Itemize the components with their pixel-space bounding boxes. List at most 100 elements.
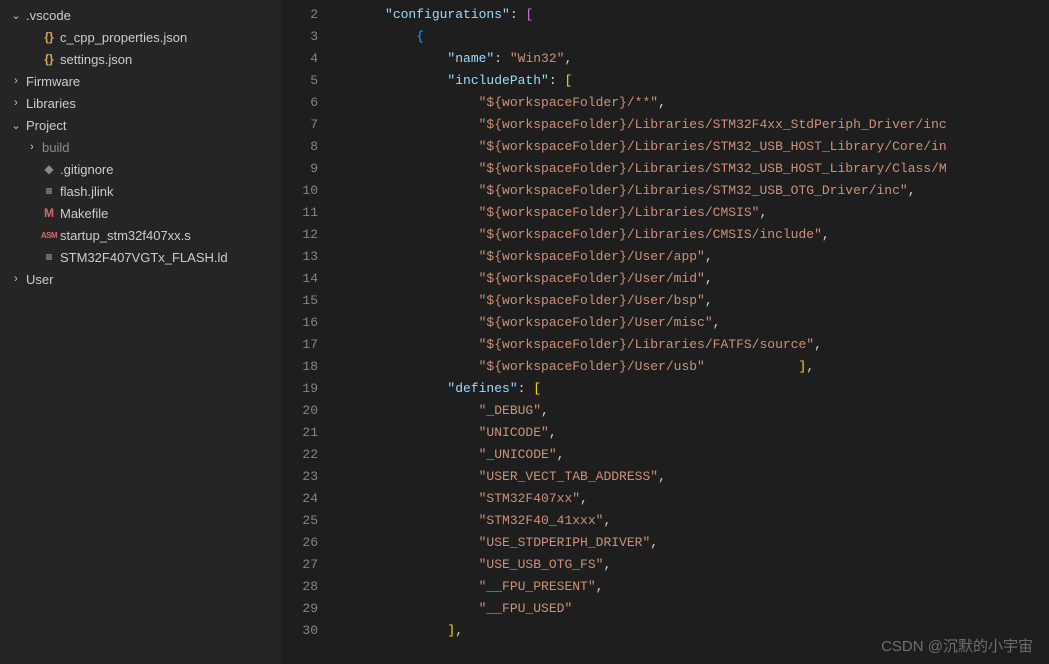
tree-item-label: Project [24,118,66,133]
folder-item[interactable]: ⌄Project [0,114,281,136]
folder-item[interactable]: ›Firmware [0,70,281,92]
chevron-down-icon: ⌄ [8,119,24,132]
tree-item-label: flash.jlink [58,184,113,199]
line-number: 5 [282,70,318,92]
line-number: 6 [282,92,318,114]
file-item[interactable]: MMakefile [0,202,281,224]
file-type-icon: ASM [40,231,58,240]
tree-item-label: Firmware [24,74,80,89]
file-item[interactable]: ≡flash.jlink [0,180,281,202]
file-item[interactable]: {}c_cpp_properties.json [0,26,281,48]
chevron-right-icon: › [8,273,24,285]
code-line[interactable]: "${workspaceFolder}/Libraries/STM32_USB_… [346,180,1049,202]
code-line[interactable]: "${workspaceFolder}/Libraries/FATFS/sour… [346,334,1049,356]
code-line[interactable]: "_UNICODE", [346,444,1049,466]
line-number: 24 [282,488,318,510]
tree-item-label: User [24,272,53,287]
code-line[interactable]: "USE_STDPERIPH_DRIVER", [346,532,1049,554]
file-explorer-sidebar[interactable]: ⌄.vscode{}c_cpp_properties.json{}setting… [0,0,282,664]
line-number: 10 [282,180,318,202]
file-type-icon: {} [40,52,58,66]
code-line[interactable]: "__FPU_PRESENT", [346,576,1049,598]
tree-item-label: .vscode [24,8,71,23]
line-number: 25 [282,510,318,532]
code-line[interactable]: "${workspaceFolder}/Libraries/STM32_USB_… [346,136,1049,158]
code-line[interactable]: "${workspaceFolder}/User/mid", [346,268,1049,290]
tree-item-label: Libraries [24,96,76,111]
tree-item-label: STM32F407VGTx_FLASH.ld [58,250,228,265]
file-type-icon: {} [40,30,58,44]
code-line[interactable]: "USER_VECT_TAB_ADDRESS", [346,466,1049,488]
chevron-right-icon: › [8,97,24,109]
code-line[interactable]: "${workspaceFolder}/Libraries/STM32F4xx_… [346,114,1049,136]
file-item[interactable]: {}settings.json [0,48,281,70]
file-type-icon: M [40,206,58,220]
line-number: 15 [282,290,318,312]
folder-item[interactable]: ›build [0,136,281,158]
file-item[interactable]: ASMstartup_stm32f407xx.s [0,224,281,246]
line-number: 12 [282,224,318,246]
watermark-text: CSDN @沉默的小宇宙 [881,635,1033,656]
code-line[interactable]: "${workspaceFolder}/**", [346,92,1049,114]
code-line[interactable]: "${workspaceFolder}/User/app", [346,246,1049,268]
line-number: 20 [282,400,318,422]
folder-item[interactable]: ›Libraries [0,92,281,114]
tree-item-label: c_cpp_properties.json [58,30,187,45]
chevron-down-icon: ⌄ [8,9,24,22]
file-type-icon: ≡ [40,184,58,198]
line-number-gutter: 2345678910111213141516171819202122232425… [282,0,338,664]
file-item[interactable]: ◆.gitignore [0,158,281,180]
line-number: 7 [282,114,318,136]
line-number: 3 [282,26,318,48]
chevron-right-icon: › [24,141,40,153]
line-number: 22 [282,444,318,466]
code-line[interactable]: "${workspaceFolder}/User/bsp", [346,290,1049,312]
code-line[interactable]: "_DEBUG", [346,400,1049,422]
line-number: 17 [282,334,318,356]
line-number: 18 [282,356,318,378]
line-number: 30 [282,620,318,642]
file-type-icon: ≡ [40,250,58,264]
code-line[interactable]: "${workspaceFolder}/User/misc", [346,312,1049,334]
code-line[interactable]: "UNICODE", [346,422,1049,444]
code-line[interactable]: "STM32F40_41xxx", [346,510,1049,532]
line-number: 9 [282,158,318,180]
line-number: 14 [282,268,318,290]
code-line[interactable]: { [346,26,1049,48]
code-line[interactable]: "USE_USB_OTG_FS", [346,554,1049,576]
code-line[interactable]: "name": "Win32", [346,48,1049,70]
line-number: 29 [282,598,318,620]
line-number: 23 [282,466,318,488]
tree-item-label: startup_stm32f407xx.s [58,228,191,243]
code-line[interactable]: "${workspaceFolder}/Libraries/STM32_USB_… [346,158,1049,180]
code-line[interactable]: "configurations": [ [346,4,1049,26]
line-number: 28 [282,576,318,598]
tree-item-label: build [40,140,69,155]
line-number: 21 [282,422,318,444]
code-line[interactable]: "__FPU_USED" [346,598,1049,620]
line-number: 2 [282,4,318,26]
line-number: 4 [282,48,318,70]
line-number: 26 [282,532,318,554]
tree-item-label: settings.json [58,52,132,67]
code-line[interactable]: "${workspaceFolder}/Libraries/CMSIS/incl… [346,224,1049,246]
tree-item-label: .gitignore [58,162,113,177]
folder-item[interactable]: ›User [0,268,281,290]
code-line[interactable]: "STM32F407xx", [346,488,1049,510]
code-editor[interactable]: 2345678910111213141516171819202122232425… [282,0,1049,664]
code-line[interactable]: "${workspaceFolder}/Libraries/CMSIS", [346,202,1049,224]
chevron-right-icon: › [8,75,24,87]
tree-item-label: Makefile [58,206,108,221]
code-line[interactable]: "${workspaceFolder}/User/usb" ], [346,356,1049,378]
folder-item[interactable]: ⌄.vscode [0,4,281,26]
line-number: 11 [282,202,318,224]
code-content[interactable]: "configurations": [ { "name": "Win32", "… [338,0,1049,664]
file-type-icon: ◆ [40,162,58,176]
code-line[interactable]: "includePath": [ [346,70,1049,92]
line-number: 16 [282,312,318,334]
code-line[interactable]: "defines": [ [346,378,1049,400]
line-number: 13 [282,246,318,268]
line-number: 8 [282,136,318,158]
file-item[interactable]: ≡STM32F407VGTx_FLASH.ld [0,246,281,268]
line-number: 27 [282,554,318,576]
